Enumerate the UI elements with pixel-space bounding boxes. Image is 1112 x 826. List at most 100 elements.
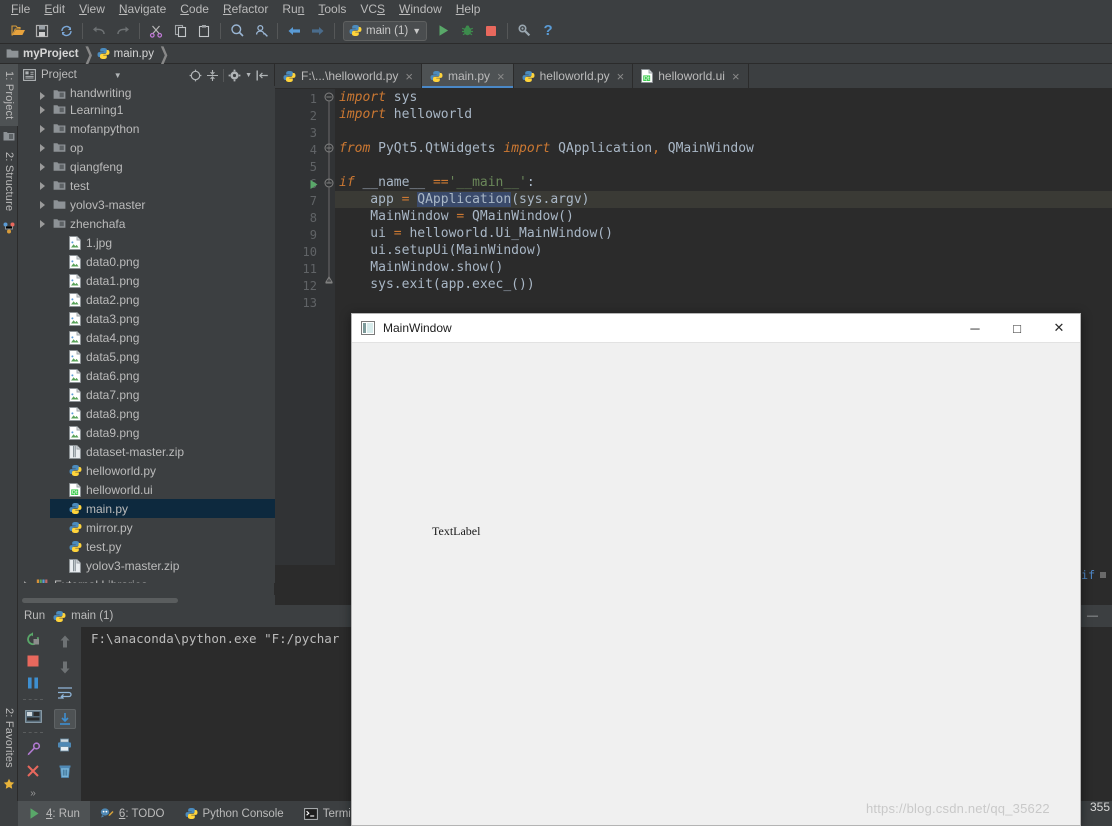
- statusbar-python-console[interactable]: Python Console: [175, 801, 294, 826]
- code-line-11[interactable]: MainWindow.show(): [335, 259, 1112, 276]
- sidebar-item-project[interactable]: 1: Project: [0, 64, 18, 126]
- scroll-to-end-icon[interactable]: [53, 709, 76, 729]
- scroll-down-icon[interactable]: [54, 657, 76, 677]
- close-button[interactable]: ✕: [1038, 314, 1080, 343]
- run-configuration-selector[interactable]: main (1) ▼: [343, 20, 428, 41]
- debug-button[interactable]: [455, 20, 479, 42]
- help-icon[interactable]: ?: [536, 20, 560, 42]
- statusbar-6-todo[interactable]: 6: TODO: [90, 801, 175, 826]
- close-icon[interactable]: [22, 763, 44, 779]
- copy-icon[interactable]: [168, 20, 192, 42]
- scroll-up-icon[interactable]: [54, 631, 76, 651]
- tree-item-data5-png[interactable]: data5.png: [50, 347, 275, 366]
- menu-item-refactor[interactable]: Refactor: [216, 0, 275, 18]
- chevron-down-icon[interactable]: ▼: [114, 71, 122, 80]
- tree-item-test-py[interactable]: test.py: [50, 537, 275, 556]
- print-icon[interactable]: [54, 735, 76, 755]
- expand-arrow-icon[interactable]: [18, 580, 34, 583]
- tree-item-mofanpython[interactable]: mofanpython: [34, 119, 275, 138]
- close-tab-icon[interactable]: ×: [617, 69, 625, 84]
- menu-item-vcs[interactable]: VCS: [353, 0, 392, 18]
- sidebar-item-structure[interactable]: 2: Structure: [0, 146, 18, 218]
- close-tab-icon[interactable]: ×: [732, 69, 740, 84]
- paste-icon[interactable]: [192, 20, 216, 42]
- code-line-2[interactable]: import helloworld: [335, 106, 1112, 123]
- tree-item-data9-png[interactable]: data9.png: [50, 423, 275, 442]
- code-line-10[interactable]: ui.setupUi(MainWindow): [335, 242, 1112, 259]
- undo-icon[interactable]: [87, 20, 111, 42]
- expand-arrow-icon[interactable]: [34, 181, 50, 190]
- statusbar-4-run[interactable]: 4: Run: [18, 801, 90, 826]
- tree-item-learning1[interactable]: Learning1: [34, 100, 275, 119]
- settings-gear-icon[interactable]: [228, 69, 241, 82]
- code-line-8[interactable]: MainWindow = QMainWindow(): [335, 208, 1112, 225]
- save-all-icon[interactable]: [30, 20, 54, 42]
- tree-item-data8-png[interactable]: data8.png: [50, 404, 275, 423]
- tree-item-mirror-py[interactable]: mirror.py: [50, 518, 275, 537]
- expand-arrow-icon[interactable]: [34, 219, 50, 228]
- tree-item-data7-png[interactable]: data7.png: [50, 385, 275, 404]
- maximize-button[interactable]: □: [996, 314, 1038, 343]
- editor-tab-1[interactable]: main.py ×: [421, 64, 514, 88]
- run-button[interactable]: [431, 20, 455, 42]
- close-tab-icon[interactable]: ×: [497, 69, 505, 84]
- tree-item-op[interactable]: op: [34, 138, 275, 157]
- tree-item-helloworld-py[interactable]: helloworld.py: [50, 461, 275, 480]
- tree-item-yolov3-master-zip[interactable]: yolov3-master.zip: [50, 556, 275, 575]
- redo-icon[interactable]: [111, 20, 135, 42]
- tree-item-test[interactable]: test: [34, 176, 275, 195]
- cut-icon[interactable]: [144, 20, 168, 42]
- expand-arrow-icon[interactable]: [34, 105, 50, 114]
- menu-item-help[interactable]: Help: [449, 0, 488, 18]
- expand-arrow-icon[interactable]: [34, 162, 50, 171]
- rerun-icon[interactable]: [22, 631, 44, 647]
- code-line-9[interactable]: ui = helloworld.Ui_MainWindow(): [335, 225, 1112, 242]
- code-line-5[interactable]: [335, 157, 1112, 174]
- tree-item-external-libraries[interactable]: External Libraries: [18, 575, 275, 583]
- code-line-6[interactable]: if __name__ =='__main__':: [335, 174, 1112, 191]
- tree-item-qiangfeng[interactable]: qiangfeng: [34, 157, 275, 176]
- settings-icon[interactable]: [512, 20, 536, 42]
- expand-arrow-icon[interactable]: [34, 92, 50, 100]
- open-folder-icon[interactable]: [6, 20, 30, 42]
- find-icon[interactable]: [225, 20, 249, 42]
- locate-icon[interactable]: [189, 69, 202, 82]
- forward-icon[interactable]: [306, 20, 330, 42]
- code-line-4[interactable]: from PyQt5.QtWidgets import QApplication…: [335, 140, 1112, 157]
- pin-icon[interactable]: [22, 741, 44, 757]
- code-line-7[interactable]: app = QApplication(sys.argv): [335, 191, 1112, 208]
- expand-arrow-icon[interactable]: [34, 200, 50, 209]
- pause-icon[interactable]: [22, 675, 44, 691]
- expand-arrow-icon[interactable]: [34, 124, 50, 133]
- breadcrumb-file[interactable]: main.py: [97, 47, 154, 60]
- tree-item-data6-png[interactable]: data6.png: [50, 366, 275, 385]
- tree-item-data4-png[interactable]: data4.png: [50, 328, 275, 347]
- menu-item-run[interactable]: Run: [275, 0, 311, 18]
- code-line-12[interactable]: sys.exit(app.exec_()): [335, 276, 1112, 293]
- tree-item-zhenchafa[interactable]: zhenchafa: [34, 214, 275, 233]
- hide-panel-icon[interactable]: [256, 69, 269, 82]
- editor-tab-3[interactable]: Qt helloworld.ui ×: [633, 64, 749, 88]
- back-icon[interactable]: [282, 20, 306, 42]
- hide-window-icon[interactable]: —: [1087, 610, 1098, 622]
- collapse-all-icon[interactable]: [206, 69, 219, 82]
- scrollbar-thumb[interactable]: [22, 598, 178, 603]
- tree-item-data0-png[interactable]: data0.png: [50, 252, 275, 271]
- pyqt-titlebar[interactable]: MainWindow ─ □ ✕: [352, 314, 1080, 343]
- close-tab-icon[interactable]: ×: [405, 69, 413, 84]
- menu-item-tools[interactable]: Tools: [311, 0, 353, 18]
- trash-icon[interactable]: [54, 761, 76, 781]
- sync-icon[interactable]: [54, 20, 78, 42]
- menu-item-code[interactable]: Code: [173, 0, 216, 18]
- tree-item-1-jpg[interactable]: 1.jpg: [50, 233, 275, 252]
- editor-gutter[interactable]: 12345678910111213: [275, 89, 323, 585]
- code-line-1[interactable]: import sys: [335, 89, 1112, 106]
- menu-item-navigate[interactable]: Navigate: [112, 0, 173, 18]
- stop-button[interactable]: [479, 20, 503, 42]
- project-tree[interactable]: handwriting Learning1 mofanpython op qiangfe…: [18, 86, 275, 583]
- tree-item-main-py[interactable]: main.py: [50, 499, 275, 518]
- menu-item-file[interactable]: File: [4, 0, 37, 18]
- soft-wrap-icon[interactable]: [54, 683, 76, 703]
- minimize-button[interactable]: ─: [954, 314, 996, 343]
- code-line-3[interactable]: [335, 123, 1112, 140]
